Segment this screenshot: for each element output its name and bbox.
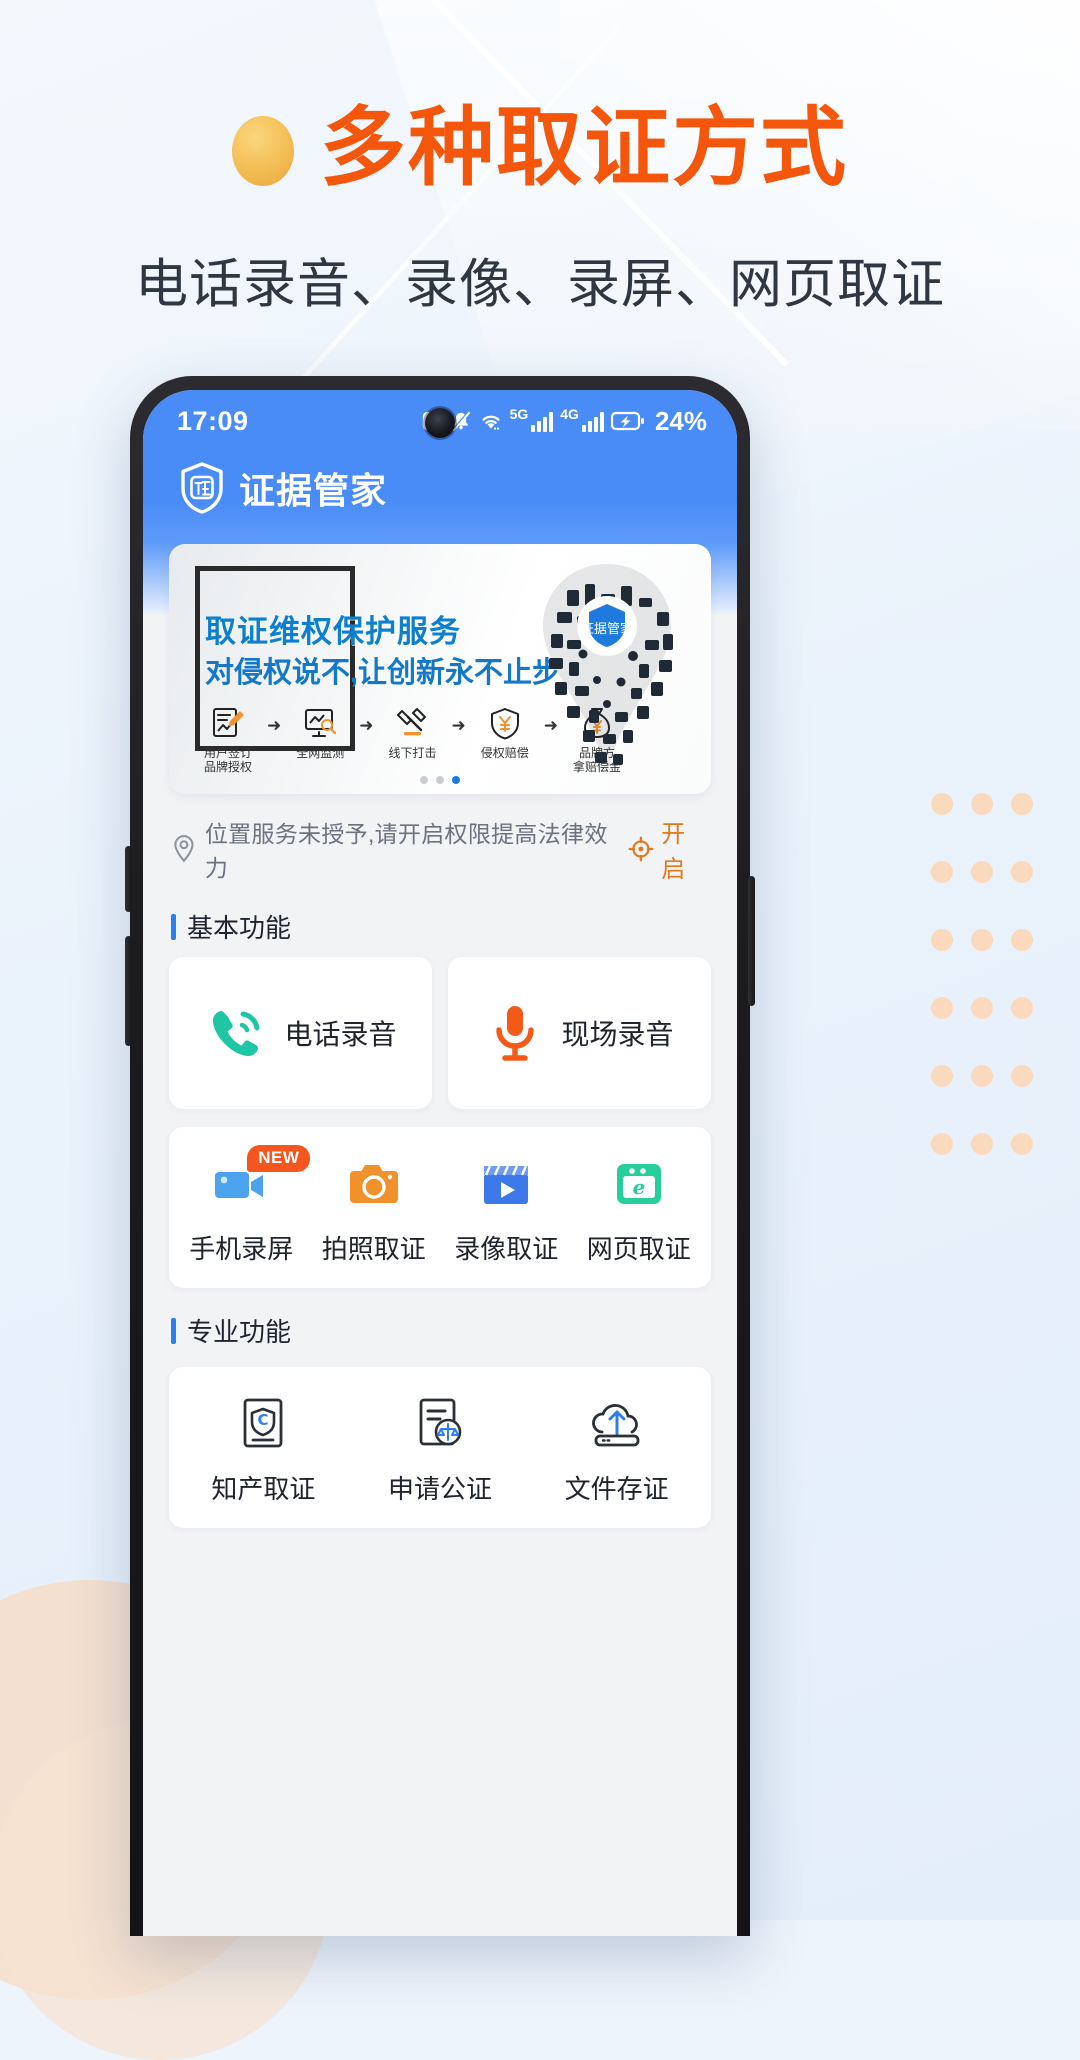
enable-location-label: 开启 [661, 821, 686, 883]
new-badge: NEW [247, 1145, 311, 1172]
grid-item-label: 拍照取证 [321, 1234, 426, 1264]
browser-e-icon: e [573, 1153, 706, 1215]
promo-subtitle: 电话录音、录像、录屏、网页取证 [135, 255, 945, 314]
app-name: 证据管家 [239, 470, 388, 511]
promo-title: 多种取证方式 [320, 100, 848, 196]
enable-location-button[interactable]: 开启 [628, 814, 709, 884]
grid-item-label: 录像取证 [454, 1234, 559, 1264]
section-title-label: 专业功能 [187, 1317, 292, 1347]
location-pin-icon [174, 835, 194, 863]
headline-bullet-dot [232, 116, 294, 186]
status-icons: 5G 4G 24% [421, 406, 707, 437]
arrow-right-icon: ➜ [359, 716, 374, 735]
banner-location-pin-artwork: 证据管家 [543, 564, 673, 774]
flow-step: 用户签订 品牌授权 [195, 702, 261, 775]
monitor-chart-icon [287, 702, 353, 744]
phone-volume-down-button [125, 936, 132, 1046]
promo-headline: 多种取证方式 [0, 105, 1080, 191]
section-title-professional: 专业功能 [171, 1312, 737, 1349]
grid-item-photo-evidence[interactable]: 拍照取证 [308, 1153, 441, 1266]
banner-dot[interactable] [420, 776, 428, 784]
location-permission-notice: 位置服务未授予,请开启权限提高法律效力 开启 [171, 814, 709, 884]
promo-banner[interactable]: 取证维权保护服务 对侵权说不,让创新永不止步 用户签订 品牌授权 ➜ 全网监测 … [169, 544, 711, 794]
banner-pagination-dots[interactable] [420, 776, 460, 784]
bg-dot-pattern [922, 770, 1042, 1178]
phone-call-icon [213, 1011, 260, 1056]
phone-power-button [748, 876, 755, 1006]
section-title-label: 基本功能 [187, 913, 292, 943]
basic-function-row: 电话录音 现场录音 [169, 957, 711, 1109]
grid-item-label: 知产取证 [211, 1474, 316, 1504]
grid-item-label: 文件存证 [564, 1474, 669, 1504]
grid-item-ip-evidence[interactable]: C 知产取证 [175, 1393, 352, 1506]
arrow-right-icon: ➜ [451, 716, 466, 735]
gavel-icon [380, 702, 446, 744]
section-accent-bar [171, 913, 176, 940]
status-bar: 17:09 5G 4G 24% [143, 390, 737, 452]
signal-5g-icon [531, 410, 554, 432]
phone-mockup: 17:09 5G 4G 24% 证据管家 取证维权保护服务 对侵权说不,让创新永… [125, 376, 755, 1936]
location-notice-label: 位置服务未授予,请开启权限提高法律效力 [204, 821, 608, 881]
certificate-shield-icon: C [175, 1393, 352, 1455]
network-4g-label: 4G [560, 406, 579, 422]
flow-step-label: 线下打击 [388, 746, 437, 760]
flow-step: 线下打击 [380, 702, 446, 761]
banner-dot-active[interactable] [452, 776, 460, 784]
grid-item-label: 申请公证 [387, 1474, 492, 1504]
app-content: 取证维权保护服务 对侵权说不,让创新永不止步 用户签订 品牌授权 ➜ 全网监测 … [143, 544, 737, 1548]
clapperboard-icon [440, 1153, 573, 1215]
arrow-right-icon: ➜ [267, 716, 282, 735]
signal-4g-icon [581, 410, 604, 432]
banner-headline: 取证维权保护服务 [205, 614, 461, 649]
basic-card-label: 电话录音 [284, 1019, 397, 1050]
basic-card-phone-recording[interactable]: 电话录音 [169, 957, 432, 1109]
shield-zheng-icon [181, 462, 223, 514]
basic-function-grid: NEW 手机录屏 拍照取证 录像取证 e 网页取证 [169, 1127, 711, 1288]
basic-card-label: 现场录音 [561, 1019, 674, 1050]
flow-step-label: 全网监测 [296, 746, 345, 760]
svg-text:e: e [632, 1175, 645, 1199]
banner-dot[interactable] [436, 776, 444, 784]
front-camera-punchhole [425, 408, 455, 438]
location-notice-text-group: 位置服务未授予,请开启权限提高法律效力 [171, 815, 628, 883]
grid-item-webpage-evidence[interactable]: e 网页取证 [573, 1153, 706, 1266]
svg-text:C: C [258, 1411, 269, 1429]
crosshair-icon [628, 836, 654, 862]
grid-item-label: 网页取证 [586, 1234, 691, 1264]
svg-text:证据管家: 证据管家 [581, 621, 633, 637]
flow-step: 全网监测 [287, 702, 353, 761]
camera-icon [308, 1153, 441, 1215]
status-time: 17:09 [177, 405, 249, 436]
section-title-basic: 基本功能 [171, 908, 737, 945]
phone-screen: 17:09 5G 4G 24% 证据管家 取证维权保护服务 对侵权说不,让创新永… [143, 390, 737, 1936]
app-header: 证据管家 [143, 452, 737, 544]
grid-item-video-evidence[interactable]: 录像取证 [440, 1153, 573, 1266]
grid-item-screen-record[interactable]: NEW 手机录屏 [175, 1145, 311, 1266]
battery-charging-icon [610, 411, 644, 431]
grid-item-label: 手机录屏 [189, 1234, 294, 1264]
network-5g-label: 5G [509, 406, 529, 422]
wifi-icon [482, 415, 500, 430]
battery-percentage: 24% [654, 405, 707, 436]
cloud-upload-icon [528, 1393, 705, 1455]
flow-step-label: 用户签订 品牌授权 [203, 746, 252, 774]
basic-card-field-recording[interactable]: 现场录音 [448, 957, 711, 1109]
grid-item-file-storage[interactable]: 文件存证 [528, 1393, 705, 1506]
grid-item-apply-notarization[interactable]: 申请公证 [352, 1393, 529, 1506]
professional-function-grid: C 知产取证 申请公证 文件存证 [169, 1367, 711, 1528]
document-sign-icon [195, 702, 261, 744]
phone-volume-up-button [125, 846, 132, 912]
section-accent-bar [171, 1317, 176, 1344]
microphone-icon [496, 1006, 535, 1061]
document-scales-icon [352, 1393, 529, 1455]
